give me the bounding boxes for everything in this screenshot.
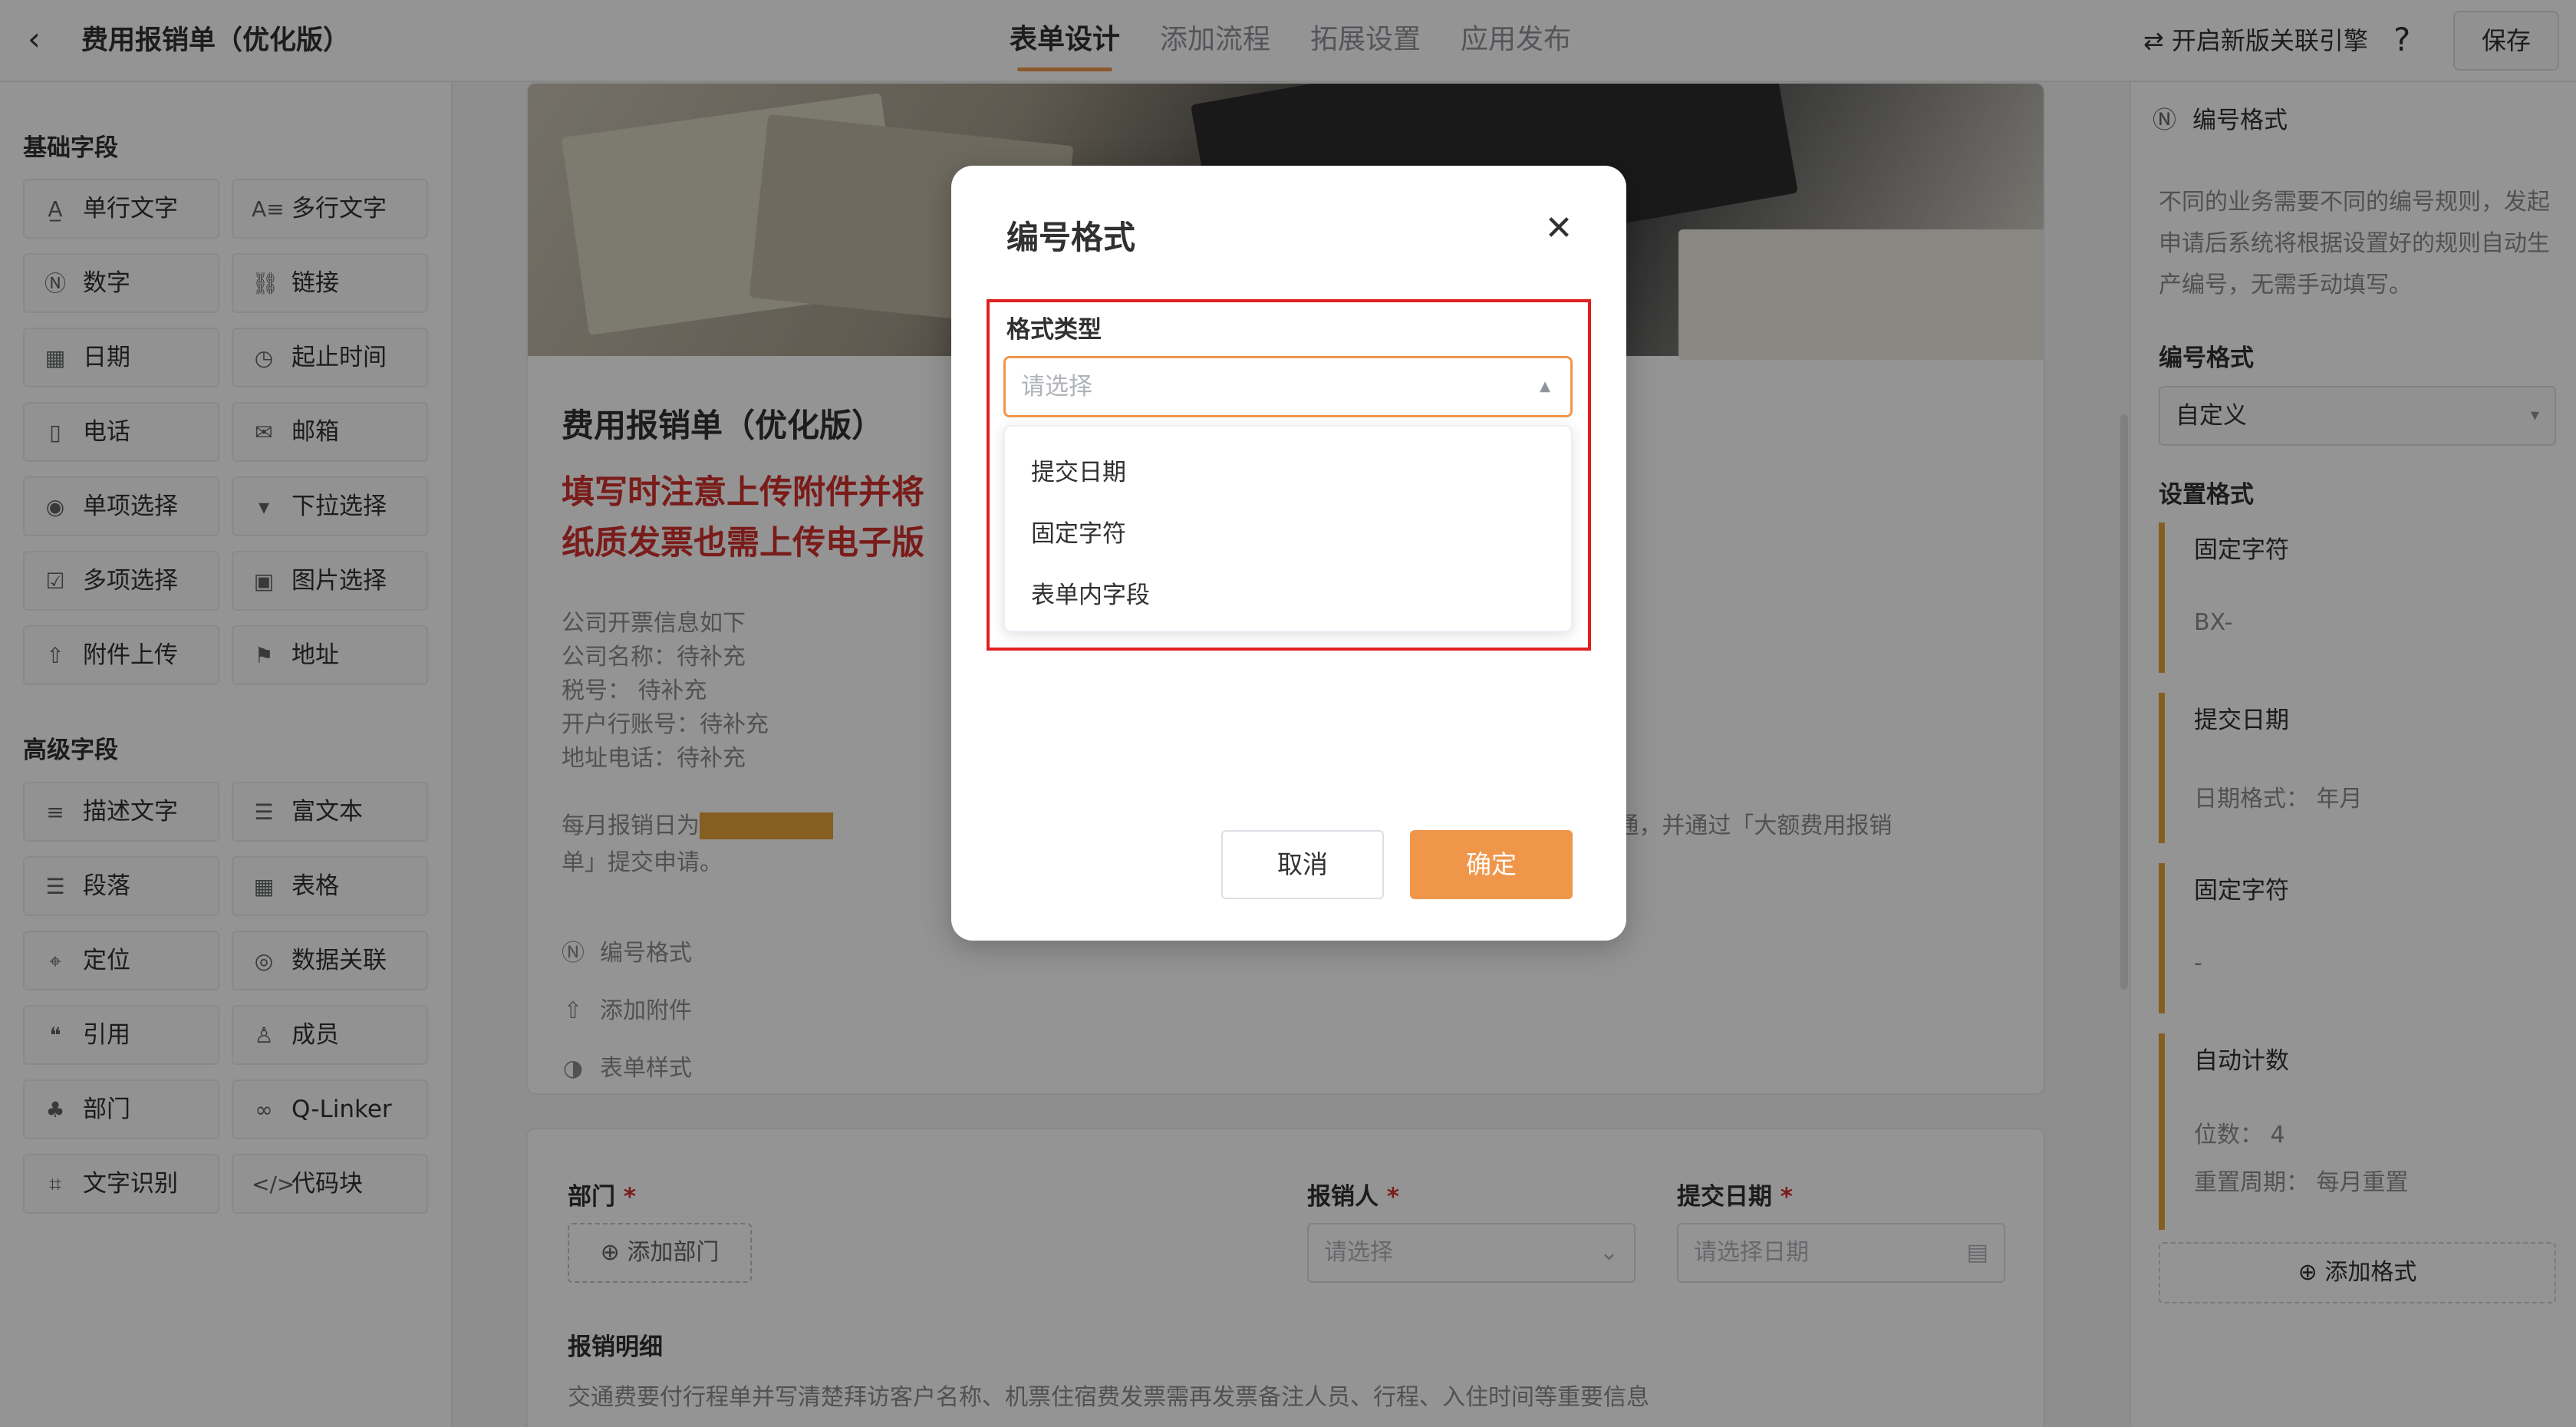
option-fixed-char[interactable]: 固定字符 bbox=[1005, 503, 1571, 565]
dialog-title: 编号格式 bbox=[1006, 219, 1136, 256]
cancel-button[interactable]: 取消 bbox=[1221, 830, 1384, 899]
caret-up-icon: ▲ bbox=[1540, 378, 1550, 394]
format-type-label: 格式类型 bbox=[1006, 316, 1102, 344]
select-placeholder: 请选择 bbox=[1021, 373, 1092, 400]
close-icon[interactable]: ✕ bbox=[1537, 207, 1580, 250]
format-type-dropdown: 提交日期 固定字符 表单内字段 bbox=[1003, 425, 1573, 632]
topbar-overlay bbox=[0, 0, 2576, 82]
number-format-dialog: 编号格式 ✕ 格式类型 请选择 ▲ 提交日期 固定字符 表单内字段 取消 确定 bbox=[951, 166, 1626, 941]
option-submit-date[interactable]: 提交日期 bbox=[1005, 442, 1571, 503]
option-form-field[interactable]: 表单内字段 bbox=[1005, 565, 1571, 626]
confirm-button[interactable]: 确定 bbox=[1410, 830, 1573, 899]
format-type-select[interactable]: 请选择 ▲ bbox=[1003, 356, 1573, 417]
